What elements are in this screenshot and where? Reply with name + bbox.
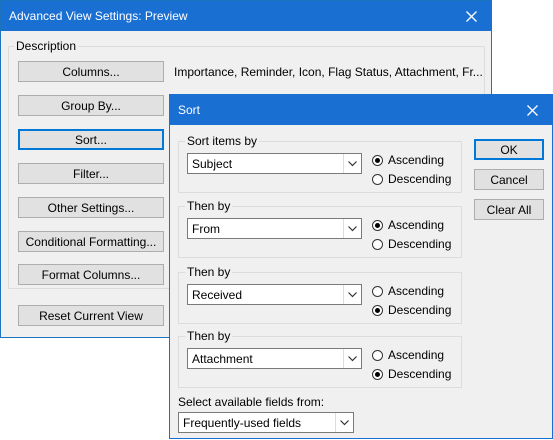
sort-title: Sort	[178, 103, 201, 117]
close-button[interactable]	[451, 1, 491, 31]
descending-label: Descending	[388, 172, 452, 186]
reset-current-view-button[interactable]: Reset Current View	[18, 305, 164, 326]
descending-label: Descending	[388, 237, 452, 251]
sort-group-4-label: Then by	[185, 329, 233, 343]
radio-unselected-icon	[372, 349, 383, 361]
sort-3-ascending-radio[interactable]: Ascending	[372, 283, 444, 299]
radio-selected-icon	[372, 368, 383, 380]
sort-field-2-select[interactable]: From	[187, 218, 362, 239]
ascending-label: Ascending	[388, 348, 445, 362]
filter-button[interactable]: Filter...	[18, 163, 164, 184]
fields-from-select[interactable]: Frequently-used fields	[178, 412, 354, 433]
cancel-button[interactable]: Cancel	[474, 169, 544, 190]
radio-unselected-icon	[372, 285, 383, 297]
ascending-label: Ascending	[388, 153, 445, 167]
fields-from-label: Select available fields from:	[178, 395, 325, 409]
format-columns-button[interactable]: Format Columns...	[18, 264, 164, 285]
descending-label: Descending	[388, 367, 452, 381]
sort-field-3-select[interactable]: Received	[187, 284, 362, 305]
sort-field-1-value: Subject	[192, 157, 233, 171]
advanced-view-titlebar: Advanced View Settings: Preview	[1, 1, 491, 31]
ascending-label: Ascending	[388, 284, 445, 298]
sort-group-2-label: Then by	[185, 199, 233, 213]
columns-value: Importance, Reminder, Icon, Flag Status,…	[174, 65, 483, 79]
sort-field-4-value: Attachment	[192, 352, 253, 366]
columns-button[interactable]: Columns...	[18, 61, 164, 82]
sort-field-3-value: Received	[192, 288, 243, 302]
radio-selected-icon	[372, 219, 383, 231]
conditional-formatting-button[interactable]: Conditional Formatting...	[18, 231, 164, 252]
ascending-label: Ascending	[388, 218, 445, 232]
sort-titlebar: Sort	[170, 95, 552, 125]
sort-4-ascending-radio[interactable]: Ascending	[372, 347, 444, 363]
chevron-down-icon	[343, 154, 361, 173]
other-settings-button[interactable]: Other Settings...	[18, 197, 164, 218]
fields-from-value: Frequently-used fields	[183, 416, 302, 430]
sort-dialog: Sort Sort items by Subject Ascending Des…	[169, 94, 553, 439]
sort-group-3-label: Then by	[185, 265, 233, 279]
chevron-down-icon	[343, 219, 361, 238]
radio-selected-icon	[372, 154, 383, 166]
clear-all-button[interactable]: Clear All	[474, 199, 544, 220]
description-label: Description	[14, 39, 79, 53]
sort-1-ascending-radio[interactable]: Ascending	[372, 152, 444, 168]
sort-3-descending-radio[interactable]: Descending	[372, 302, 451, 318]
group-by-button[interactable]: Group By...	[18, 95, 164, 116]
sort-group-1-label: Sort items by	[185, 134, 260, 148]
descending-label: Descending	[388, 303, 452, 317]
sort-field-4-select[interactable]: Attachment	[187, 348, 362, 369]
radio-selected-icon	[372, 304, 383, 316]
close-icon	[526, 104, 538, 116]
sort-field-1-select[interactable]: Subject	[187, 153, 362, 174]
advanced-view-title: Advanced View Settings: Preview	[9, 9, 188, 23]
radio-unselected-icon	[372, 173, 383, 185]
ok-button[interactable]: OK	[474, 139, 544, 160]
radio-unselected-icon	[372, 238, 383, 250]
sort-1-descending-radio[interactable]: Descending	[372, 171, 451, 187]
sort-close-button[interactable]	[512, 95, 552, 125]
close-icon	[465, 10, 477, 22]
sort-2-ascending-radio[interactable]: Ascending	[372, 217, 444, 233]
sort-2-descending-radio[interactable]: Descending	[372, 236, 451, 252]
sort-button[interactable]: Sort...	[18, 129, 164, 150]
sort-4-descending-radio[interactable]: Descending	[372, 366, 451, 382]
sort-field-2-value: From	[192, 222, 220, 236]
chevron-down-icon	[335, 413, 353, 432]
chevron-down-icon	[343, 349, 361, 368]
chevron-down-icon	[343, 285, 361, 304]
